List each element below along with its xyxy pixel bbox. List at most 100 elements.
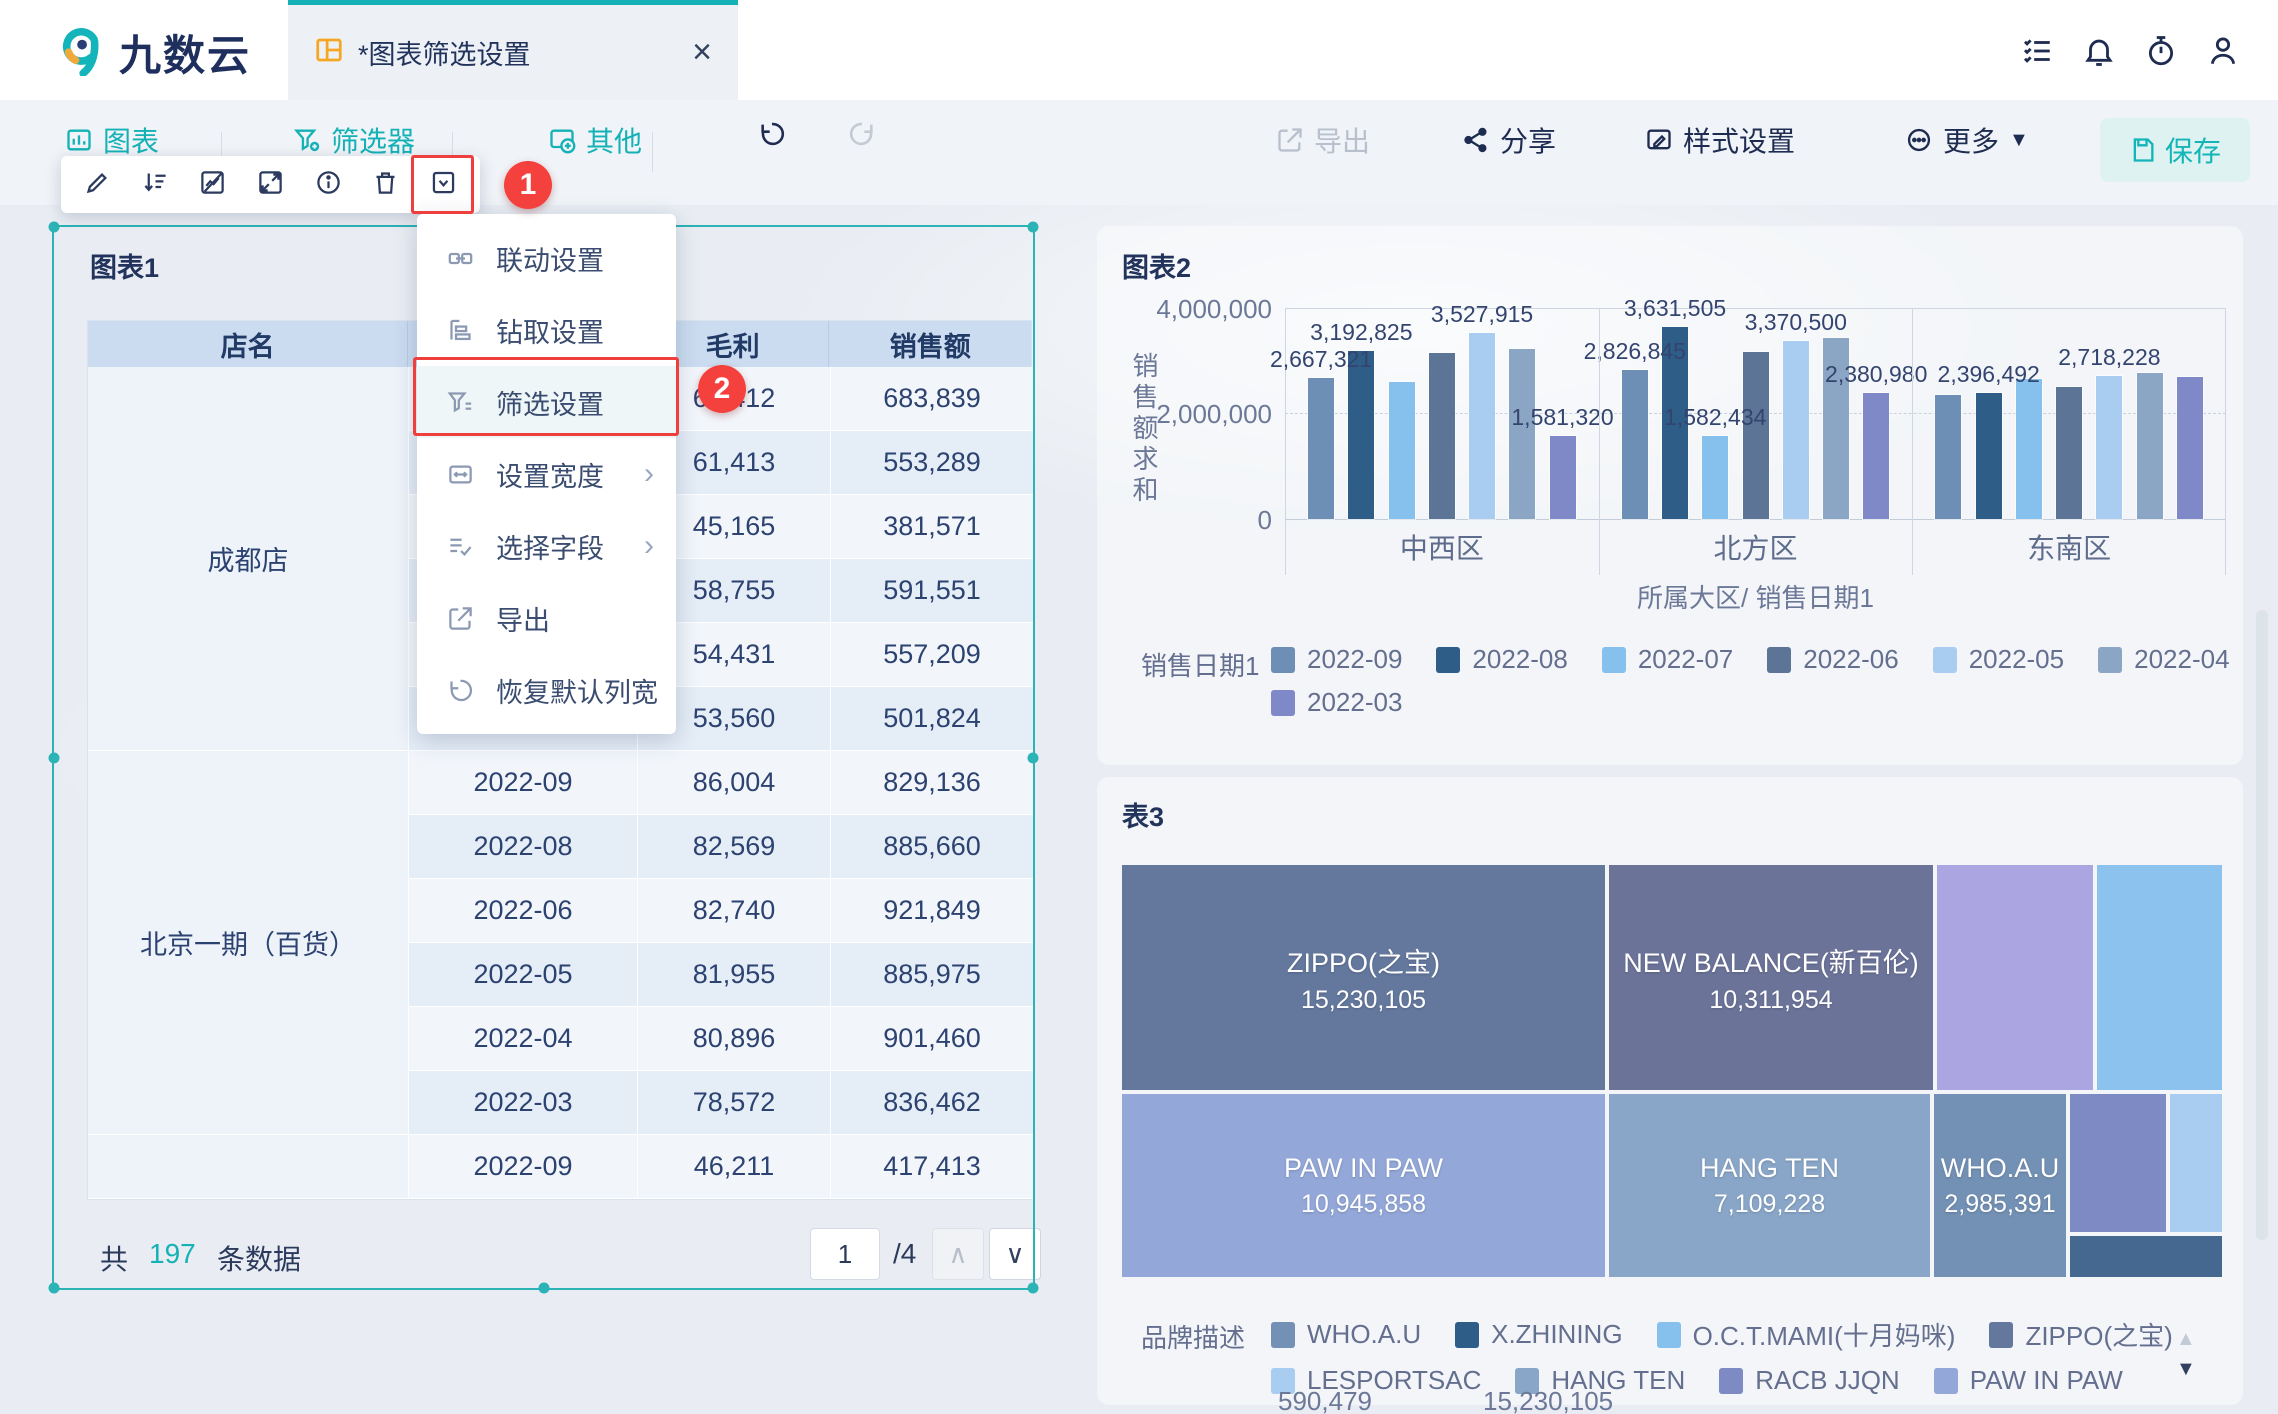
widget-toolbar-trash-button[interactable] xyxy=(364,163,408,207)
bar-2022-05[interactable] xyxy=(2096,376,2122,519)
bar-2022-09[interactable] xyxy=(1622,370,1648,519)
treemap-cell[interactable] xyxy=(1937,865,2093,1090)
menu-item-联动设置[interactable]: 联动设置 xyxy=(417,222,676,294)
app-window: 九数云 *图表筛选设置 × 图表 筛选器 xyxy=(0,0,2278,1414)
toolbar-other-button[interactable]: 其他 xyxy=(548,120,642,160)
legend-item-2022-03[interactable]: 2022-03 xyxy=(1271,687,1402,718)
treemap-cell[interactable] xyxy=(2097,865,2222,1090)
legend-clipped-value: 590,479 xyxy=(1278,1386,1372,1414)
legend-label: 2022-07 xyxy=(1638,644,1733,675)
treemap-cell[interactable] xyxy=(2170,1094,2222,1232)
treemap-cell-HANG TEN[interactable]: HANG TEN7,109,228 xyxy=(1609,1094,1930,1277)
tab-chart-filter-settings[interactable]: *图表筛选设置 × xyxy=(288,0,738,100)
selection-handle[interactable] xyxy=(538,1283,549,1294)
redo-icon xyxy=(848,120,876,148)
menu-item-label: 导出 xyxy=(496,599,550,638)
legend-item-ZIPPO(之宝)[interactable]: ZIPPO(之宝) xyxy=(1989,1316,2172,1353)
menu-item-恢复默认列宽[interactable]: 恢复默认列宽 xyxy=(417,654,676,726)
bar-2022-06[interactable] xyxy=(1429,353,1455,519)
bar-2022-08[interactable] xyxy=(1976,393,2002,519)
legend-item-2022-09[interactable]: 2022-09 xyxy=(1271,644,1402,675)
legend-item-2022-04[interactable]: 2022-04 xyxy=(2098,644,2229,675)
selection-handle[interactable] xyxy=(49,1283,60,1294)
menu-item-导出[interactable]: 导出 xyxy=(417,582,676,654)
widget-toolbar-chart-switch-button[interactable] xyxy=(191,163,235,207)
legend-item-2022-06[interactable]: 2022-06 xyxy=(1767,644,1898,675)
vertical-scrollbar[interactable] xyxy=(2256,610,2268,1240)
widget-toolbar-sort-button[interactable] xyxy=(133,163,177,207)
toolbar-more-button[interactable]: 更多 ▼ xyxy=(1905,120,2029,160)
legend-item-RACB JJQN[interactable]: RACB JJQN xyxy=(1719,1365,1899,1396)
tab-close-icon[interactable]: × xyxy=(692,33,712,72)
notification-bell-icon[interactable] xyxy=(2082,34,2116,68)
task-list-icon[interactable] xyxy=(2020,34,2054,68)
chart2-x-axis-title: 所属大区/ 销售日期1 xyxy=(1285,578,2226,615)
undo-button[interactable] xyxy=(758,120,786,148)
treemap-cell-WHO.A.U[interactable]: WHO.A.U2,985,391 xyxy=(1934,1094,2066,1277)
bar-2022-07[interactable] xyxy=(2016,379,2042,519)
legend-item-2022-07[interactable]: 2022-07 xyxy=(1602,644,1733,675)
treemap-cell[interactable] xyxy=(2070,1094,2166,1232)
treemap-cell[interactable] xyxy=(2070,1236,2222,1277)
legend-item-X.ZHINING[interactable]: X.ZHINING xyxy=(1455,1316,1622,1353)
toolbar-filter-button[interactable]: 筛选器 xyxy=(293,120,415,160)
toolbar-share-button[interactable]: 分享 xyxy=(1462,120,1556,160)
widget-toolbar-info-button[interactable] xyxy=(306,163,350,207)
user-icon[interactable] xyxy=(2206,34,2240,68)
widget-toolbar-expand-button[interactable] xyxy=(248,163,292,207)
legend-clipped-value: 15,230,105 xyxy=(1483,1386,1613,1414)
bar-2022-08[interactable] xyxy=(1348,351,1374,519)
bar-2022-06[interactable] xyxy=(1743,352,1769,519)
bar-2022-04[interactable] xyxy=(2137,373,2163,519)
bar-2022-06[interactable] xyxy=(2056,387,2082,519)
bar-2022-09[interactable] xyxy=(1935,395,1961,519)
toolbar-export-button[interactable]: 导出 xyxy=(1276,120,1370,160)
chevron-right-icon: › xyxy=(644,529,654,563)
bar-2022-09[interactable] xyxy=(1308,378,1334,519)
selection-handle[interactable] xyxy=(1028,752,1039,763)
legend-scroll-down-icon[interactable]: ▼ xyxy=(2176,1358,2196,1381)
bar-2022-07[interactable] xyxy=(1389,382,1415,519)
bar-value-label: 3,527,915 xyxy=(1431,301,1533,328)
bar-2022-07[interactable] xyxy=(1702,436,1728,519)
legend-scroll-up-icon[interactable]: ▲ xyxy=(2176,1328,2196,1351)
save-button[interactable]: 保存 xyxy=(2100,118,2250,182)
selection-handle[interactable] xyxy=(1028,222,1039,233)
brand-logo[interactable]: 九数云 xyxy=(55,22,251,83)
menu-item-钻取设置[interactable]: 钻取设置 xyxy=(417,294,676,366)
treemap-cell-PAW IN PAW[interactable]: PAW IN PAW10,945,858 xyxy=(1122,1094,1605,1277)
bar-2022-04[interactable] xyxy=(1509,349,1535,519)
more-circle-icon xyxy=(1905,126,1933,154)
legend-swatch xyxy=(1455,1322,1479,1348)
legend-swatch xyxy=(1271,1322,1295,1348)
toolbar-style-button[interactable]: 样式设置 xyxy=(1645,120,1795,160)
legend-item-2022-05[interactable]: 2022-05 xyxy=(1933,644,2064,675)
legend-item-2022-08[interactable]: 2022-08 xyxy=(1436,644,1567,675)
menu-item-设置宽度[interactable]: 设置宽度› xyxy=(417,438,676,510)
treemap-cell-NEW BALANCE(新百伦)[interactable]: NEW BALANCE(新百伦)10,311,954 xyxy=(1609,865,1933,1090)
bar-2022-05[interactable] xyxy=(1783,341,1809,519)
legend-item-PAW IN PAW[interactable]: PAW IN PAW xyxy=(1934,1365,2123,1396)
callout-box-1 xyxy=(411,155,474,214)
bar-2022-03[interactable] xyxy=(1550,436,1576,519)
selection-handle[interactable] xyxy=(49,222,60,233)
treemap-cell-ZIPPO(之宝)[interactable]: ZIPPO(之宝)15,230,105 xyxy=(1122,865,1605,1090)
menu-item-label: 恢复默认列宽 xyxy=(496,671,658,710)
bar-2022-05[interactable] xyxy=(1469,333,1495,519)
widget-toolbar-edit-button[interactable] xyxy=(76,163,120,207)
toolbar-chart-button[interactable]: 图表 xyxy=(65,120,159,160)
selection-handle[interactable] xyxy=(49,752,60,763)
legend-label: ZIPPO(之宝) xyxy=(2025,1316,2172,1353)
menu-item-选择字段[interactable]: 选择字段› xyxy=(417,510,676,582)
legend-item-O.C.T.MAMI(十月妈咪)[interactable]: O.C.T.MAMI(十月妈咪) xyxy=(1657,1316,1956,1353)
treemap-cell-name: NEW BALANCE(新百伦) xyxy=(1623,941,1919,980)
bar-2022-03[interactable] xyxy=(2177,377,2203,519)
treemap-cell-value: 7,109,228 xyxy=(1714,1190,1825,1219)
bar-2022-03[interactable] xyxy=(1863,393,1889,519)
legend-item-WHO.A.U[interactable]: WHO.A.U xyxy=(1271,1316,1421,1353)
selection-handle[interactable] xyxy=(1028,1283,1039,1294)
tab-title: *图表筛选设置 xyxy=(358,33,692,72)
timer-icon[interactable] xyxy=(2144,34,2178,68)
legend-swatch xyxy=(1767,647,1791,673)
redo-button[interactable] xyxy=(848,120,876,148)
